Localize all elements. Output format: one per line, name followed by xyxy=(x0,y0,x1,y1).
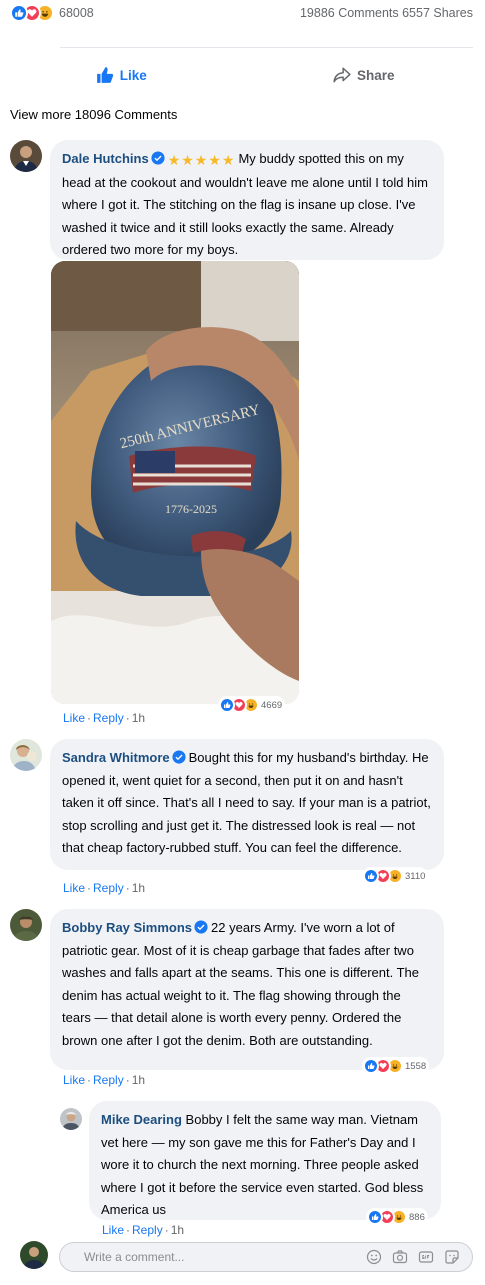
comment-reaction-count: 1558 xyxy=(405,1060,427,1072)
comment-bubble: Dale Hutchins ★★★★★ My buddy spotted this … xyxy=(50,140,444,260)
verified-badge-icon xyxy=(172,750,186,764)
comment-bubble: Bobby Ray Simmons 22 years Army. I've wor… xyxy=(50,909,444,1070)
share-label: Share xyxy=(356,67,395,83)
comment-text: Bought this for my husband's birthday. H… xyxy=(62,750,431,855)
like-reaction-icon xyxy=(10,4,28,22)
comment-time[interactable]: 1h xyxy=(171,1223,184,1237)
comment-composer: Write a comment... xyxy=(0,1237,485,1285)
rating-stars-icon: ★★★★★ xyxy=(167,152,236,168)
reaction-icons xyxy=(10,4,54,22)
verified-badge-icon xyxy=(194,920,208,934)
like-reaction-icon xyxy=(363,1058,379,1074)
comment-reply-link[interactable]: Reply xyxy=(93,881,124,895)
avatar[interactable] xyxy=(10,140,42,172)
comment-author[interactable]: Mike Dearing xyxy=(101,1112,182,1127)
comment-input-placeholder: Write a comment... xyxy=(84,1250,185,1264)
reaction-count: 68008 xyxy=(59,6,94,20)
comment-reaction-count: 3110 xyxy=(405,870,426,882)
like-reaction-icon xyxy=(363,868,379,884)
like-reaction-icon xyxy=(367,1209,383,1225)
like-label: Like xyxy=(119,67,147,83)
share-button[interactable]: Share xyxy=(243,62,485,88)
comment-meta: Like · Reply · 1h xyxy=(102,1223,185,1237)
comment-reply-link[interactable]: Reply xyxy=(132,1223,163,1237)
comment-reply-link[interactable]: Reply xyxy=(93,1073,124,1087)
avatar[interactable] xyxy=(10,739,42,771)
comment-meta: Like · Reply · 1h xyxy=(63,881,146,895)
reply-bubble: Mike Dearing Bobby I felt the same way m… xyxy=(89,1101,441,1220)
comment-reactions[interactable]: 4669 xyxy=(218,696,286,714)
camera-icon[interactable] xyxy=(392,1249,408,1265)
reaction-summary[interactable]: 68008 xyxy=(10,4,94,22)
share-icon xyxy=(333,67,351,83)
comment-text: Bobby I felt the same way man. Vietnam v… xyxy=(101,1112,424,1217)
comment-bubble: Sandra Whitmore Bought this for my husban… xyxy=(50,739,444,870)
comment-photo[interactable]: 250th ANNIVERSARY 1776-2025 xyxy=(51,261,299,704)
comment-input[interactable]: Write a comment... xyxy=(59,1242,473,1272)
verified-badge-icon xyxy=(151,151,165,165)
comment-meta: Like · Reply · 1h xyxy=(63,711,146,725)
thumbs-up-icon xyxy=(96,67,113,83)
sticker-icon[interactable] xyxy=(444,1249,460,1265)
comments-shares-count[interactable]: 19886 Comments 6557 Shares xyxy=(300,6,473,20)
comment-reply-link[interactable]: Reply xyxy=(93,711,124,725)
comment-reaction-count: 4669 xyxy=(261,699,283,711)
comment-reactions[interactable]: 886 xyxy=(366,1208,428,1226)
comment-text: 22 years Army. I've worn a lot of patrio… xyxy=(62,920,419,1048)
comment-meta: Like · Reply · 1h xyxy=(63,1073,146,1087)
comment-author[interactable]: Bobby Ray Simmons xyxy=(62,920,192,935)
avatar[interactable] xyxy=(60,1108,82,1130)
comment-like-link[interactable]: Like xyxy=(63,881,85,895)
comment-author[interactable]: Dale Hutchins xyxy=(62,151,149,166)
comment-time[interactable]: 1h xyxy=(132,881,145,895)
comment-like-link[interactable]: Like xyxy=(63,711,85,725)
like-button[interactable]: Like xyxy=(0,62,243,88)
post-action-row: Like Share xyxy=(0,62,485,88)
comment-text: My buddy spotted this on my head at the … xyxy=(62,151,428,257)
comment-reaction-count: 886 xyxy=(409,1211,425,1223)
view-more-comments-link[interactable]: View more 18096 Comments xyxy=(10,107,177,122)
comment-time[interactable]: 1h xyxy=(132,1073,145,1087)
comment-reactions[interactable]: 3110 xyxy=(362,867,429,885)
post-stats-bar: 68008 19886 Comments 6557 Shares xyxy=(10,3,473,23)
composer-icons xyxy=(366,1249,460,1265)
hat-embroidery-bottom: 1776-2025 xyxy=(165,502,217,516)
like-reaction-icon xyxy=(219,697,235,713)
divider xyxy=(60,47,473,48)
comment-reactions[interactable]: 1558 xyxy=(362,1057,430,1075)
comment-author[interactable]: Sandra Whitmore xyxy=(62,750,170,765)
comment-like-link[interactable]: Like xyxy=(102,1223,124,1237)
avatar[interactable] xyxy=(10,909,42,941)
comment-like-link[interactable]: Like xyxy=(63,1073,85,1087)
comment-time[interactable]: 1h xyxy=(132,711,145,725)
user-avatar[interactable] xyxy=(20,1241,48,1269)
gif-icon[interactable] xyxy=(418,1249,434,1265)
emoji-icon[interactable] xyxy=(366,1249,382,1265)
